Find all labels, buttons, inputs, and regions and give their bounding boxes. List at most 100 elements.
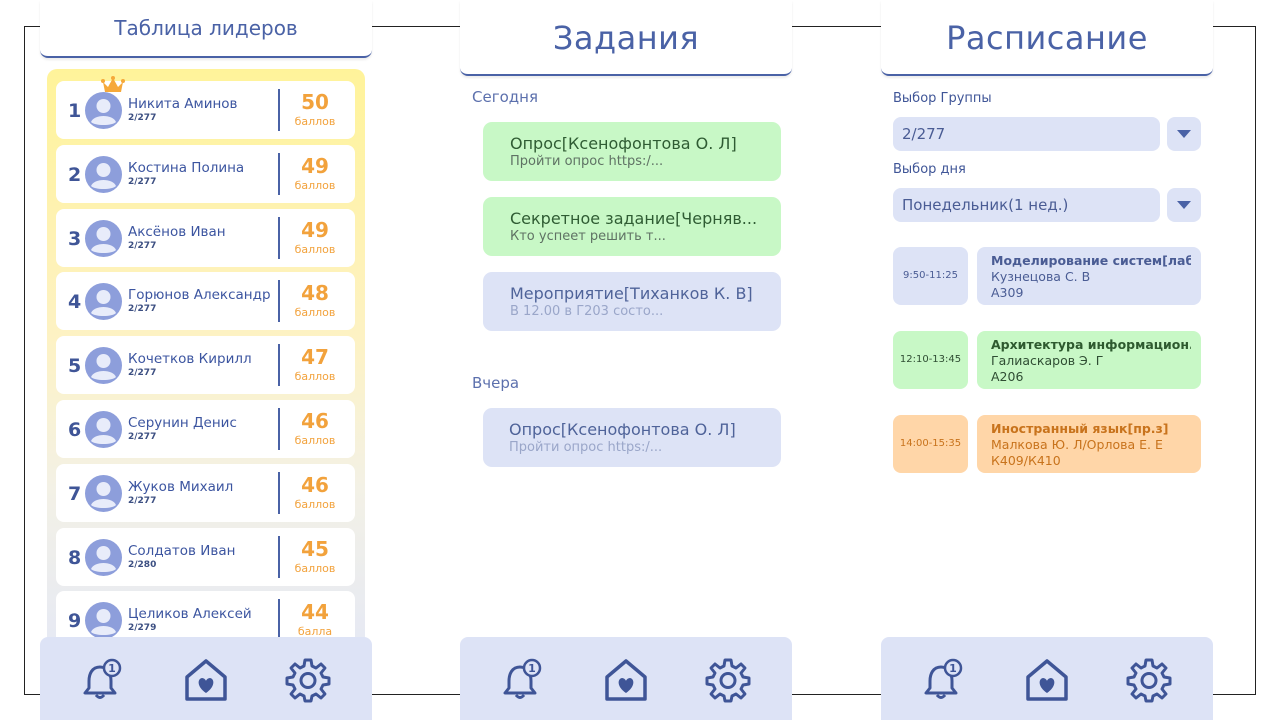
leaderboard-row[interactable]: 4 Горюнов Александр 2/277 48 баллов	[56, 272, 355, 331]
home-heart-icon[interactable]	[1024, 657, 1070, 703]
rank-number: 2	[68, 163, 82, 186]
task-card[interactable]: Опрос[Ксенофонтова О. Л] Пройти опрос ht…	[483, 122, 781, 181]
divider	[278, 408, 280, 450]
score-unit: баллов	[294, 434, 336, 447]
task-card[interactable]: Мероприятие[Тиханков К. В] В 12.00 в Г20…	[483, 272, 781, 331]
divider	[278, 599, 280, 642]
leaderboard-row[interactable]: 5 Кочетков Кирилл 2/277 47 баллов	[56, 336, 355, 395]
bottom-nav: 1	[460, 637, 792, 720]
gear-icon[interactable]	[1126, 657, 1172, 703]
group-select-label: Выбор Группы	[893, 91, 992, 106]
task-title: Секретное задание[Черняв...	[510, 209, 758, 228]
leaderboard-row[interactable]: 2 Костина Полина 2/277 49 баллов	[56, 144, 355, 203]
home-heart-icon[interactable]	[183, 657, 229, 703]
score-value: 49	[301, 217, 329, 242]
leaderboard-list[interactable]: 1 Никита Аминов 2/277 50 баллов 2 Костина Поли…	[47, 69, 365, 669]
rank-number: 8	[68, 546, 82, 569]
lesson-card[interactable]: Архитектура информацион... Галиаскаров Э…	[977, 331, 1201, 389]
day-select[interactable]: Понедельник(1 нед.)	[893, 188, 1160, 222]
section-yesterday: Вчера	[472, 374, 520, 392]
frame-line-left	[24, 26, 25, 695]
chevron-down-icon	[1177, 201, 1191, 209]
score-unit: баллов	[294, 370, 336, 384]
gear-icon[interactable]	[705, 657, 751, 703]
avatar-icon	[85, 347, 122, 385]
leaderboard-row[interactable]: 7 Жуков Михаил 2/277 46 баллов	[56, 463, 355, 522]
crown-icon	[101, 76, 125, 92]
student-name: Жуков Михаил	[128, 478, 234, 495]
student-name: Горюнов Александр	[128, 287, 271, 304]
gear-icon[interactable]	[285, 657, 331, 703]
leaderboard-header: Таблица лидеров	[40, 0, 372, 58]
schedule-header: Расписание	[881, 0, 1213, 76]
lesson-card[interactable]: Моделирование систем[лаб] Кузнецова С. В…	[977, 247, 1201, 305]
avatar-icon	[85, 474, 122, 512]
group-select[interactable]: 2/277	[893, 117, 1160, 151]
score-value: 48	[301, 281, 329, 306]
frame-line-bottom-4	[1213, 694, 1256, 695]
rank-number: 9	[68, 610, 82, 633]
student-group: 2/277	[128, 113, 157, 123]
student-name: Серунин Денис	[128, 415, 237, 431]
score-value: 50	[301, 90, 329, 114]
rank-number: 7	[68, 482, 82, 505]
lesson-room: А206	[991, 369, 1024, 384]
student-name: Солдатов Иван	[128, 542, 236, 559]
task-subtitle: Пройти опрос https:/...	[510, 154, 664, 169]
score-unit: баллов	[294, 497, 336, 511]
lesson-card[interactable]: Иностранный язык[пр.з] Малкова Ю. Л/Орло…	[977, 415, 1201, 473]
student-group: 2/277	[128, 240, 157, 251]
bell-icon[interactable]: 1	[921, 657, 967, 703]
group-select-value: 2/277	[902, 125, 946, 143]
avatar-icon	[85, 92, 122, 129]
day-dropdown-button[interactable]	[1167, 188, 1201, 222]
student-group: 2/277	[128, 304, 157, 315]
student-name: Никита Аминов	[128, 96, 238, 112]
leaderboard-row[interactable]: 6 Серунин Денис 2/277 46 баллов	[56, 400, 355, 458]
lesson-time: 12:10-13:45	[893, 331, 968, 389]
page-title: Таблица лидеров	[114, 16, 298, 40]
home-heart-icon[interactable]	[603, 657, 649, 703]
task-title: Опрос[Ксенофонтова О. Л]	[509, 420, 736, 439]
page-title: Задания	[552, 19, 700, 57]
section-today: Сегодня	[472, 88, 538, 106]
bottom-nav: 1	[881, 637, 1213, 720]
day-select-value: Понедельник(1 нед.)	[902, 196, 1069, 214]
lesson-teacher: Галиаскаров Э. Г	[991, 353, 1104, 368]
bell-icon[interactable]: 1	[80, 657, 126, 703]
rank-number: 1	[68, 100, 82, 122]
task-card[interactable]: Секретное задание[Черняв... Кто успеет р…	[483, 197, 781, 256]
schedule-screen: Расписание Выбор Группы 2/277 Выбор дня …	[881, 0, 1213, 720]
notification-badge: 1	[108, 662, 116, 675]
notification-badge: 1	[949, 662, 957, 675]
divider	[278, 89, 280, 131]
task-subtitle: Кто успеет решить т...	[510, 229, 666, 244]
divider	[278, 344, 280, 387]
task-subtitle: Пройти опрос https:/...	[509, 440, 663, 455]
leaderboard-row[interactable]: 3 Аксёнов Иван 2/277 49 баллов	[56, 208, 355, 267]
avatar-icon	[85, 411, 122, 448]
group-dropdown-button[interactable]	[1167, 117, 1201, 151]
lesson-room: А309	[991, 285, 1024, 300]
lesson-room: К409/К410	[991, 453, 1061, 468]
task-subtitle: В 12.00 в Г203 состо...	[510, 304, 664, 319]
leaderboard-row[interactable]: 8 Солдатов Иван 2/280 45 баллов	[56, 527, 355, 586]
task-title: Мероприятие[Тиханков К. В]	[510, 284, 753, 303]
divider	[278, 280, 280, 323]
lesson-time: 14:00-15:35	[893, 415, 968, 473]
notification-badge: 1	[528, 662, 536, 675]
student-group: 2/277	[128, 368, 157, 379]
rank-number: 4	[68, 291, 82, 314]
task-card[interactable]: Опрос[Ксенофонтова О. Л] Пройти опрос ht…	[483, 408, 781, 467]
score-unit: баллов	[294, 306, 336, 320]
divider	[278, 535, 280, 578]
tasks-screen: Задания Сегодня Опрос[Ксенофонтова О. Л]…	[460, 0, 792, 720]
lesson-time-text: 12:10-13:45	[899, 354, 962, 365]
frame-line-top-4	[1213, 26, 1256, 27]
score-value: 46	[301, 472, 329, 497]
bottom-nav: 1	[40, 637, 372, 720]
score-unit: баллов	[294, 178, 336, 192]
divider	[278, 216, 280, 259]
lesson-time: 9:50-11:25	[893, 247, 968, 305]
bell-icon[interactable]: 1	[500, 657, 546, 703]
